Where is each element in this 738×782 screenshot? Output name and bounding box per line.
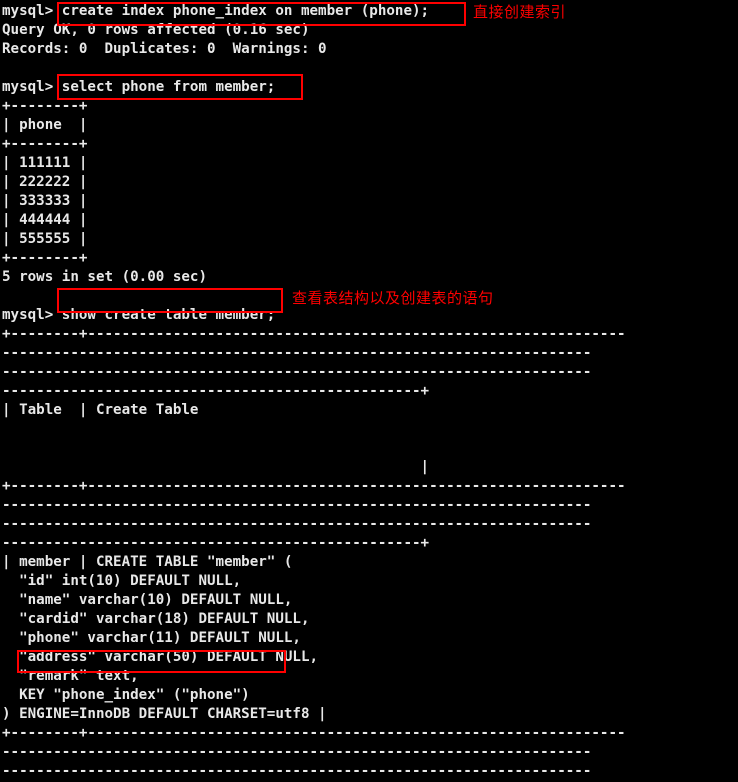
terminal-line: | 111111 |	[2, 155, 88, 171]
annotation-create-index: 直接创建索引	[473, 3, 567, 21]
terminal-line: "cardid" varchar(18) DEFAULT NULL,	[2, 611, 310, 627]
terminal-line: Records: 0 Duplicates: 0 Warnings: 0	[2, 41, 327, 57]
terminal-line: +--------+	[2, 136, 88, 152]
terminal-line: +--------+	[2, 250, 88, 266]
terminal-line: "name" varchar(10) DEFAULT NULL,	[2, 592, 293, 608]
terminal-line: |	[2, 459, 430, 475]
terminal-line: +--------+------------------------------…	[2, 725, 626, 741]
mysql-terminal-window[interactable]: mysql> create index phone_index on membe…	[0, 0, 738, 782]
terminal-line: ----------------------------------------…	[2, 345, 592, 361]
terminal-line: +--------+------------------------------…	[2, 478, 626, 494]
terminal-line: ----------------------------------------…	[2, 383, 430, 399]
terminal-line: | phone |	[2, 117, 88, 133]
terminal-line: ----------------------------------------…	[2, 763, 592, 779]
terminal-line: | 333333 |	[2, 193, 88, 209]
highlight-box-select-phone	[57, 74, 303, 100]
terminal-line: ) ENGINE=InnoDB DEFAULT CHARSET=utf8 |	[2, 706, 327, 722]
terminal-line: | Table | Create Table	[2, 402, 199, 418]
terminal-line: ----------------------------------------…	[2, 535, 430, 551]
terminal-line: 5 rows in set (0.00 sec)	[2, 269, 207, 285]
terminal-line: "id" int(10) DEFAULT NULL,	[2, 573, 242, 589]
terminal-line: KEY "phone_index" ("phone")	[2, 687, 250, 703]
terminal-line: | 555555 |	[2, 231, 88, 247]
terminal-line: | 444444 |	[2, 212, 88, 228]
terminal-line: ----------------------------------------…	[2, 744, 592, 760]
terminal-line: ----------------------------------------…	[2, 516, 592, 532]
terminal-line: +--------+------------------------------…	[2, 326, 626, 342]
highlight-box-show-create-table	[57, 288, 283, 313]
terminal-line: "phone" varchar(11) DEFAULT NULL,	[2, 630, 301, 646]
terminal-line: ----------------------------------------…	[2, 497, 592, 513]
terminal-line: | member | CREATE TABLE "member" (	[2, 554, 293, 570]
terminal-line: | 222222 |	[2, 174, 88, 190]
highlight-box-create-index	[57, 2, 466, 26]
highlight-box-key-phone-index	[17, 650, 286, 673]
annotation-show-create-table: 查看表结构以及创建表的语句	[292, 289, 494, 307]
terminal-line: ----------------------------------------…	[2, 364, 592, 380]
